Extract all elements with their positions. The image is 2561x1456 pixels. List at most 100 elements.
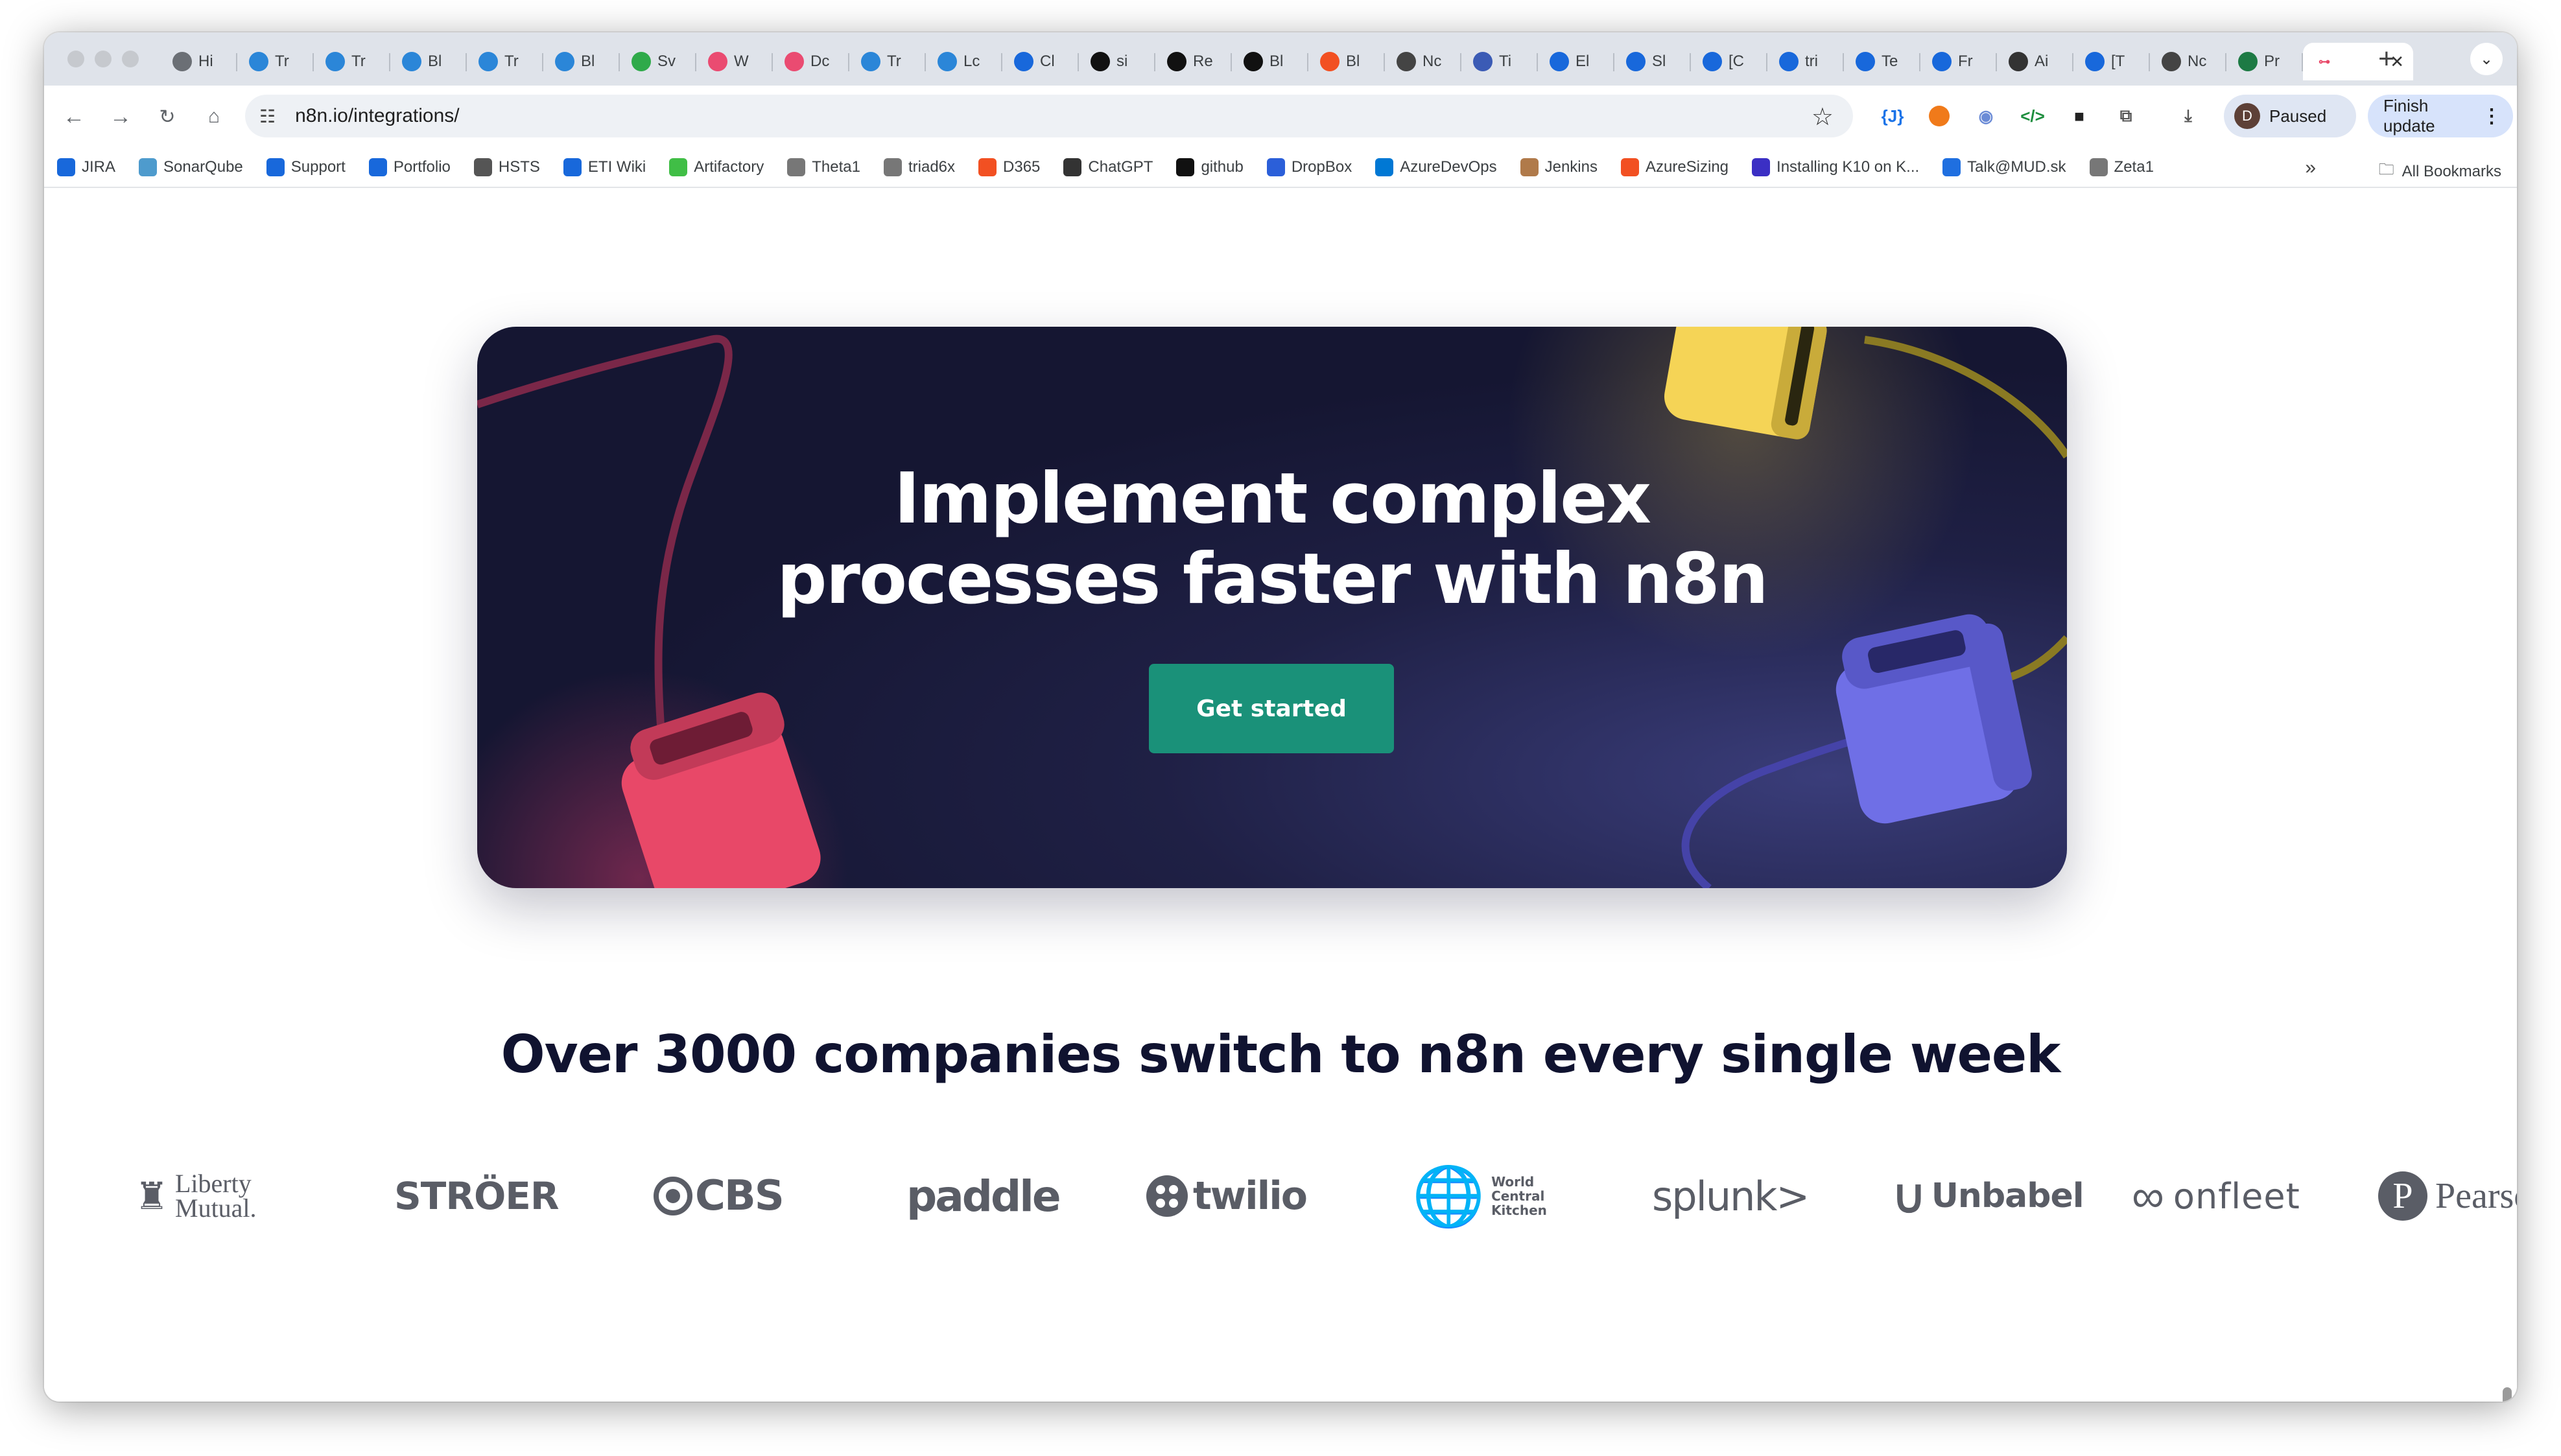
browser-tab-active[interactable]: ⊶ ✕ <box>2303 43 2413 80</box>
browser-tab[interactable]: Bl <box>1232 43 1308 80</box>
liberty-mutual-line-1: Liberty <box>175 1169 252 1198</box>
bookmark-label: Installing K10 on K... <box>1776 158 1920 176</box>
bookmark-label: AzureDevOps <box>1400 158 1497 176</box>
tab-title: Dc <box>810 53 830 70</box>
browser-tab[interactable]: Re <box>1155 43 1232 80</box>
home-button[interactable]: ⌂ <box>197 100 231 134</box>
browser-tab[interactable]: Sl <box>1614 43 1691 80</box>
browser-window: Hi Tr Tr Bl Tr Bl Sv W Dc Tr Lc Cl si Re Bl Bl Nc Ti El Sl [… <box>44 32 2517 1402</box>
artifactory-icon <box>669 158 688 176</box>
browser-tab[interactable]: si <box>1079 43 1155 80</box>
tab-strip: Hi Tr Tr Bl Tr Bl Sv W Dc Tr Lc Cl si Re Bl Bl Nc Ti El Sl [… <box>44 32 2517 86</box>
reload-button[interactable]: ↻ <box>150 100 184 134</box>
purple-cube-icon <box>1835 614 2032 824</box>
forward-button[interactable]: → <box>104 100 137 134</box>
new-tab-button[interactable]: + <box>2378 43 2395 75</box>
close-window-button[interactable] <box>67 51 84 67</box>
bookmark-item[interactable]: DropBox <box>1266 158 1352 176</box>
bookmark-item[interactable]: Artifactory <box>669 158 764 176</box>
browser-tab[interactable]: Fr <box>1920 43 1997 80</box>
back-button[interactable]: ← <box>57 100 91 134</box>
browser-tab[interactable]: Bl <box>390 43 467 80</box>
n8n-icon <box>785 52 804 71</box>
browser-tab[interactable]: Tr <box>237 43 314 80</box>
address-bar[interactable]: ☷ n8n.io/integrations/ ☆ <box>245 95 1853 137</box>
bookmark-item[interactable]: Installing K10 on K... <box>1752 158 1919 176</box>
liberty-mutual-line-2: Mutual. <box>175 1193 257 1223</box>
tab-search-button[interactable]: ⌄ <box>2470 43 2503 75</box>
browser-tab[interactable]: El <box>1538 43 1614 80</box>
bookmark-label: Support <box>290 158 346 176</box>
profile-button[interactable]: D Paused <box>2224 95 2356 137</box>
power-icon <box>1942 158 1961 176</box>
bookmark-item[interactable]: Talk@MUD.sk <box>1942 158 2066 176</box>
bookmark-item[interactable]: Support <box>266 158 346 176</box>
more-bookmarks-icon[interactable]: » <box>2305 157 2316 179</box>
browser-tab[interactable]: Tr <box>849 43 926 80</box>
browser-tab[interactable]: tri <box>1767 43 1844 80</box>
tab-title: Fr <box>1958 53 1973 70</box>
more-menu-icon[interactable]: ⋮ <box>2482 105 2501 128</box>
bookmark-item[interactable]: D365 <box>978 158 1040 176</box>
sonar-icon <box>139 158 158 176</box>
hero-banner: Implement complex processes faster with … <box>477 327 2067 888</box>
browser-tab[interactable]: Bl <box>543 43 620 80</box>
all-bookmarks-button[interactable]: 🗀 All Bookmarks <box>2379 158 2501 185</box>
shield-extension-icon[interactable]: ◉ <box>1971 101 2001 131</box>
bookmark-item[interactable]: HSTS <box>473 158 540 176</box>
browser-tab[interactable]: Cl <box>1002 43 1079 80</box>
bookmark-item[interactable]: JIRA <box>57 158 115 176</box>
tab-title: W <box>734 53 749 70</box>
downloads-icon[interactable]: ⤓ <box>2173 101 2203 131</box>
all-bookmarks-label: All Bookmarks <box>2402 162 2501 180</box>
browser-tab[interactable]: Tr <box>314 43 390 80</box>
customer-logos: ♜ Liberty Mutual. STRÖER CBS paddle twil <box>96 1147 2517 1245</box>
bookmark-item[interactable]: triad6x <box>883 158 955 176</box>
bookmark-item[interactable]: Jenkins <box>1520 158 1598 176</box>
browser-tab[interactable]: Hi <box>161 43 237 80</box>
browser-tab[interactable]: Ai <box>1997 43 2073 80</box>
browser-tab[interactable]: W <box>696 43 773 80</box>
bookmark-label: AzureSizing <box>1645 158 1729 176</box>
jira-icon <box>1703 52 1722 71</box>
bookmark-item[interactable]: SonarQube <box>139 158 243 176</box>
browser-tab[interactable]: Sv <box>620 43 696 80</box>
browser-tab[interactable]: Pr <box>2226 43 2303 80</box>
browser-tab[interactable]: Lc <box>926 43 1002 80</box>
world-central-kitchen-logo: 🌐 World Central Kitchen <box>1412 1147 1568 1245</box>
bookmark-label: SonarQube <box>163 158 243 176</box>
browser-tab[interactable]: Nc <box>1385 43 1461 80</box>
bookmark-item[interactable]: AzureDevOps <box>1375 158 1497 176</box>
finish-update-button[interactable]: Finish update ⋮ <box>2368 95 2513 137</box>
pearson-wordmark: Pearso <box>2435 1176 2517 1216</box>
camera-extension-icon[interactable]: ■ <box>2064 101 2094 131</box>
stroer-logo: STRÖER <box>394 1174 560 1218</box>
browser-tab[interactable]: Nc <box>2150 43 2226 80</box>
orange-extension-icon[interactable] <box>1924 101 1954 131</box>
browser-tab[interactable]: Tr <box>467 43 543 80</box>
maximize-window-button[interactable] <box>122 51 139 67</box>
bookmark-item[interactable]: ETI Wiki <box>563 158 646 176</box>
bookmark-item[interactable]: AzureSizing <box>1620 158 1729 176</box>
get-started-button[interactable]: Get started <box>1149 664 1394 753</box>
bookmark-item[interactable]: Theta1 <box>787 158 860 176</box>
bookmarks-bar: JIRA SonarQube Support Portfolio HSTS ETI Wik… <box>44 148 2517 188</box>
code-extension-icon[interactable]: </> <box>2018 101 2048 131</box>
browser-tab[interactable]: Dc <box>773 43 849 80</box>
browser-tab[interactable]: Te <box>1844 43 1920 80</box>
json-extension-icon[interactable]: {J} <box>1878 101 1907 131</box>
liberty-mutual-logo: ♜ Liberty Mutual. <box>135 1147 297 1245</box>
extensions-puzzle-icon[interactable]: ⧉ <box>2111 101 2141 131</box>
browser-tab[interactable]: Bl <box>1308 43 1385 80</box>
bookmark-item[interactable]: Zeta1 <box>2089 158 2154 176</box>
bookmark-item[interactable]: Portfolio <box>368 158 451 176</box>
bookmark-item[interactable]: ChatGPT <box>1063 158 1153 176</box>
bookmark-item[interactable]: github <box>1176 158 1244 176</box>
browser-tab[interactable]: Ti <box>1461 43 1538 80</box>
site-settings-icon[interactable]: ☷ <box>259 106 276 127</box>
browser-tab[interactable]: [C <box>1691 43 1767 80</box>
browser-tab[interactable]: [T <box>2073 43 2150 80</box>
minimize-window-button[interactable] <box>95 51 112 67</box>
bookmark-star-icon[interactable]: ☆ <box>1812 102 1834 132</box>
page-scrollbar[interactable] <box>2503 1387 2512 1402</box>
